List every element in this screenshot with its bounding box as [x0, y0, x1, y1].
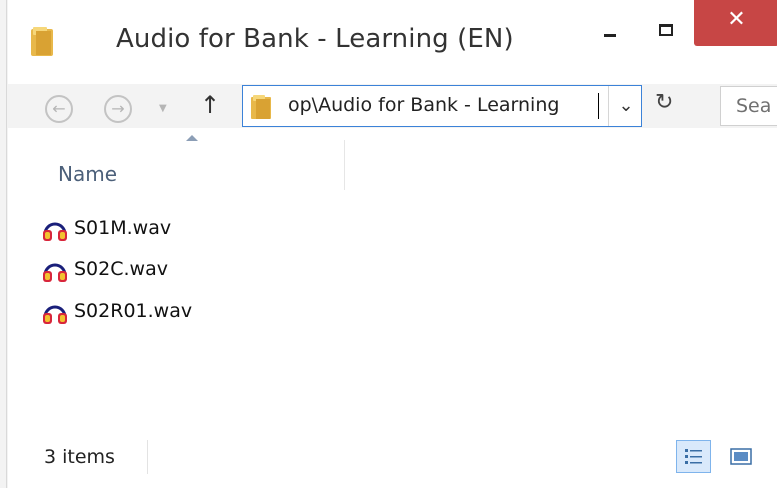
chevron-down-icon[interactable]: ⌄ — [611, 90, 641, 122]
large-icons-view-button[interactable] — [725, 442, 757, 472]
recent-locations-icon[interactable]: ▼ — [159, 103, 167, 114]
close-icon: ✕ — [727, 7, 746, 32]
search-placeholder: Sea — [736, 95, 772, 117]
headphones-icon — [43, 263, 67, 282]
maximize-icon — [659, 24, 673, 36]
details-view-button[interactable] — [676, 440, 711, 473]
file-name: S02R01.wav — [74, 300, 193, 322]
file-name: S02C.wav — [74, 258, 168, 280]
window-left-border — [0, 0, 7, 488]
title-bar[interactable]: Audio for Bank - Learning (EN) ✕ — [8, 0, 777, 84]
refresh-button[interactable]: ↻ — [655, 90, 673, 115]
column-header-name[interactable]: Name — [58, 162, 117, 186]
status-divider — [147, 440, 148, 474]
headphones-icon — [43, 305, 67, 324]
window-title: Audio for Bank - Learning (EN) — [116, 24, 514, 54]
address-path: op\Audio for Bank - Learning — [288, 94, 560, 116]
explorer-window: Audio for Bank - Learning (EN) ✕ ← → ▼ ↑… — [0, 0, 777, 488]
forward-button[interactable]: → — [104, 95, 132, 123]
maximize-button[interactable] — [640, 10, 694, 56]
up-button[interactable]: ↑ — [200, 91, 220, 119]
minimize-button[interactable] — [582, 10, 640, 56]
large-icons-view-icon — [730, 448, 752, 465]
headphones-icon — [43, 222, 67, 241]
sort-ascending-icon — [186, 135, 198, 141]
folder-icon — [251, 95, 271, 119]
minimize-icon — [604, 34, 616, 37]
details-view-icon — [685, 449, 702, 464]
back-button[interactable]: ← — [45, 95, 73, 123]
file-name: S01M.wav — [74, 217, 172, 239]
text-cursor — [598, 93, 599, 119]
address-bar[interactable]: op\Audio for Bank - Learning ⌄ — [242, 85, 642, 127]
address-divider — [608, 86, 609, 126]
status-item-count: 3 items — [44, 446, 115, 468]
folder-icon — [31, 27, 53, 56]
column-divider[interactable] — [344, 140, 345, 190]
search-box[interactable]: Sea — [720, 86, 777, 126]
close-button[interactable]: ✕ — [694, 0, 777, 46]
